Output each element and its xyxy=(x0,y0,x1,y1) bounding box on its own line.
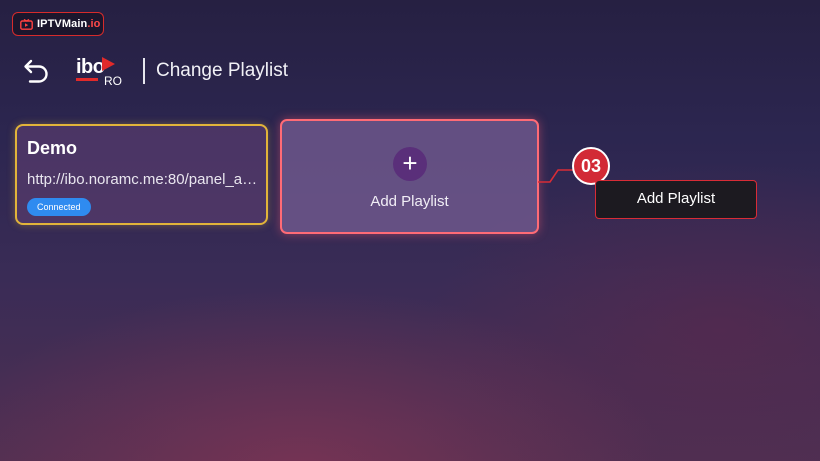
watermark-suffix: .io xyxy=(87,18,101,30)
watermark-badge: IPTVMain.io xyxy=(12,12,104,36)
status-badge: Connected xyxy=(27,198,91,216)
logo-sub: RO xyxy=(104,74,122,88)
ibo-pro-logo: ibo RO xyxy=(76,56,122,88)
watermark-brand: IPTVMain xyxy=(37,18,88,30)
add-playlist-callout: Add Playlist xyxy=(595,180,757,219)
logo-text: ibo xyxy=(76,56,105,78)
add-playlist-label: Add Playlist xyxy=(370,193,449,210)
playlist-card-demo[interactable]: Demo http://ibo.noramc.me:80/panel_api.p… xyxy=(15,124,268,225)
add-playlist-card[interactable]: + Add Playlist xyxy=(280,119,539,234)
playlist-name: Demo xyxy=(27,138,78,158)
back-arrow-icon[interactable] xyxy=(22,56,52,86)
playlist-url: http://ibo.noramc.me:80/panel_api.php xyxy=(27,171,261,188)
plus-icon: + xyxy=(393,147,427,181)
header-divider xyxy=(143,58,145,84)
page-title: Change Playlist xyxy=(156,60,289,81)
tv-icon xyxy=(20,18,33,30)
